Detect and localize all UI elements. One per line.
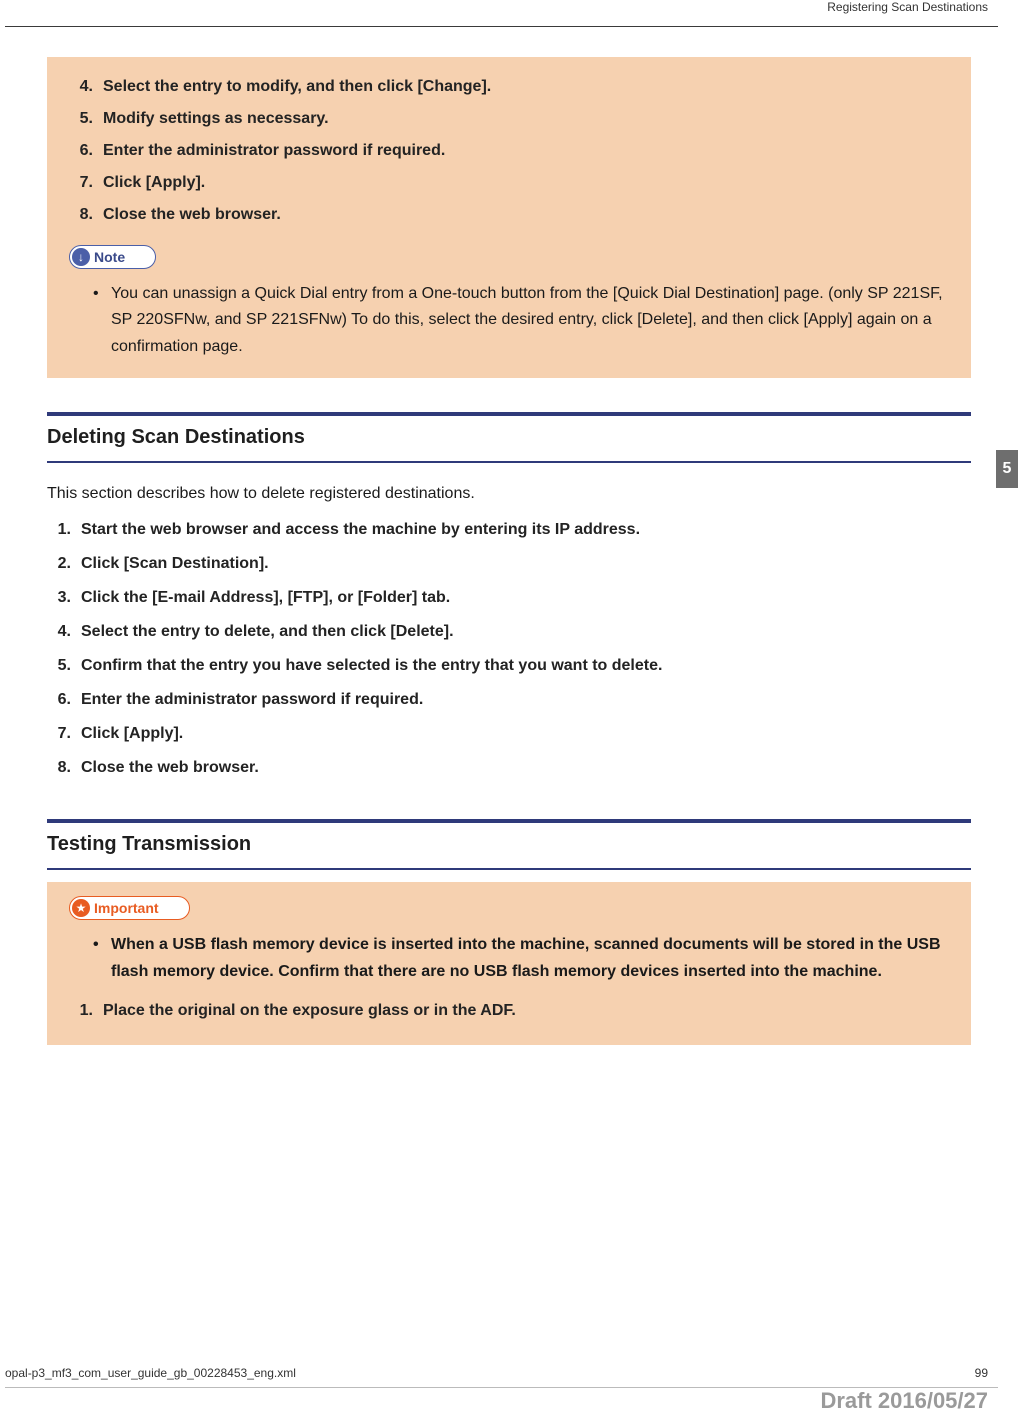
step-number: 1. [69,1002,103,1020]
step-text: Click [Apply]. [81,725,971,743]
step-number: 5. [69,110,103,128]
important-chip: ★ Important [69,896,190,920]
step-number: 1. [47,521,81,539]
step-number: 4. [47,623,81,641]
step-number: 7. [47,725,81,743]
important-label: Important [94,900,159,916]
step-text: Select the entry to delete, and then cli… [81,623,971,641]
list-item: 2.Click [Scan Destination]. [47,547,971,581]
note-bullets: You can unassign a Quick Dial entry from… [69,281,949,360]
step-text: Confirm that the entry you have selected… [81,657,971,675]
step-text: Enter the administrator password if requ… [81,691,971,709]
section-header-testing: Testing Transmission [47,819,971,870]
list-item: 7.Click [Apply]. [69,167,949,199]
note-bullet-item: You can unassign a Quick Dial entry from… [93,281,949,360]
step-text: Close the web browser. [103,206,949,224]
section-title: Deleting Scan Destinations [47,422,971,457]
list-item: 8.Close the web browser. [47,751,971,785]
delete-steps-list: 1.Start the web browser and access the m… [47,513,971,785]
list-item: 1.Start the web browser and access the m… [47,513,971,547]
step-number: 6. [69,142,103,160]
rule-thick [47,819,971,823]
step-text: Click the [E-mail Address], [FTP], or [F… [81,589,971,607]
modify-steps-list: 4.Select the entry to modify, and then c… [69,71,949,231]
running-header: Registering Scan Destinations [0,0,1018,18]
down-arrow-icon: ↓ [72,248,90,266]
step-text: Enter the administrator password if requ… [103,142,949,160]
list-item: 5.Confirm that the entry you have select… [47,649,971,683]
instruction-box-modify: 4.Select the entry to modify, and then c… [47,57,971,378]
step-text: Start the web browser and access the mac… [81,521,971,539]
note-chip: ↓ Note [69,245,156,269]
star-icon: ★ [72,899,90,917]
step-number: 6. [47,691,81,709]
instruction-box-testing: ★ Important When a USB flash memory devi… [47,882,971,1045]
step-text: Select the entry to modify, and then cli… [103,78,949,96]
list-item: 4.Select the entry to modify, and then c… [69,71,949,103]
list-item: 7.Click [Apply]. [47,717,971,751]
step-text: Click [Apply]. [103,174,949,192]
important-callout: ★ Important [69,896,949,920]
step-number: 4. [69,78,103,96]
section-intro: This section describes how to delete reg… [47,485,971,503]
list-item: 3.Click the [E-mail Address], [FTP], or … [47,581,971,615]
footer-filename: opal-p3_mf3_com_user_guide_gb_00228453_e… [5,1366,296,1380]
section-body-deleting: This section describes how to delete reg… [47,463,971,785]
note-label: Note [94,249,125,265]
list-item: 5.Modify settings as necessary. [69,103,949,135]
chapter-tab: 5 [996,450,1018,488]
step-text: Click [Scan Destination]. [81,555,971,573]
step-number: 8. [69,206,103,224]
testing-steps-list: 1.Place the original on the exposure gla… [69,995,949,1027]
step-number: 2. [47,555,81,573]
note-callout: ↓ Note [69,245,949,269]
rule-thin [47,868,971,870]
list-item: 6.Enter the administrator password if re… [47,683,971,717]
list-item: 4.Select the entry to delete, and then c… [47,615,971,649]
page-footer: opal-p3_mf3_com_user_guide_gb_00228453_e… [0,1366,1018,1380]
step-number: 8. [47,759,81,777]
list-item: 1.Place the original on the exposure gla… [69,995,949,1027]
step-text: Modify settings as necessary. [103,110,949,128]
step-number: 3. [47,589,81,607]
important-bullet-item: When a USB flash memory device is insert… [93,932,949,985]
step-text: Place the original on the exposure glass… [103,1002,949,1020]
rule-thick [47,412,971,416]
draft-stamp: Draft 2016/05/27 [820,1388,988,1414]
list-item: 8.Close the web browser. [69,199,949,231]
list-item: 6.Enter the administrator password if re… [69,135,949,167]
step-number: 5. [47,657,81,675]
step-text: Close the web browser. [81,759,971,777]
footer-page-number: 99 [975,1366,988,1380]
important-bullets: When a USB flash memory device is insert… [69,932,949,985]
step-number: 7. [69,174,103,192]
section-header-deleting: Deleting Scan Destinations [47,412,971,463]
section-title: Testing Transmission [47,829,971,864]
